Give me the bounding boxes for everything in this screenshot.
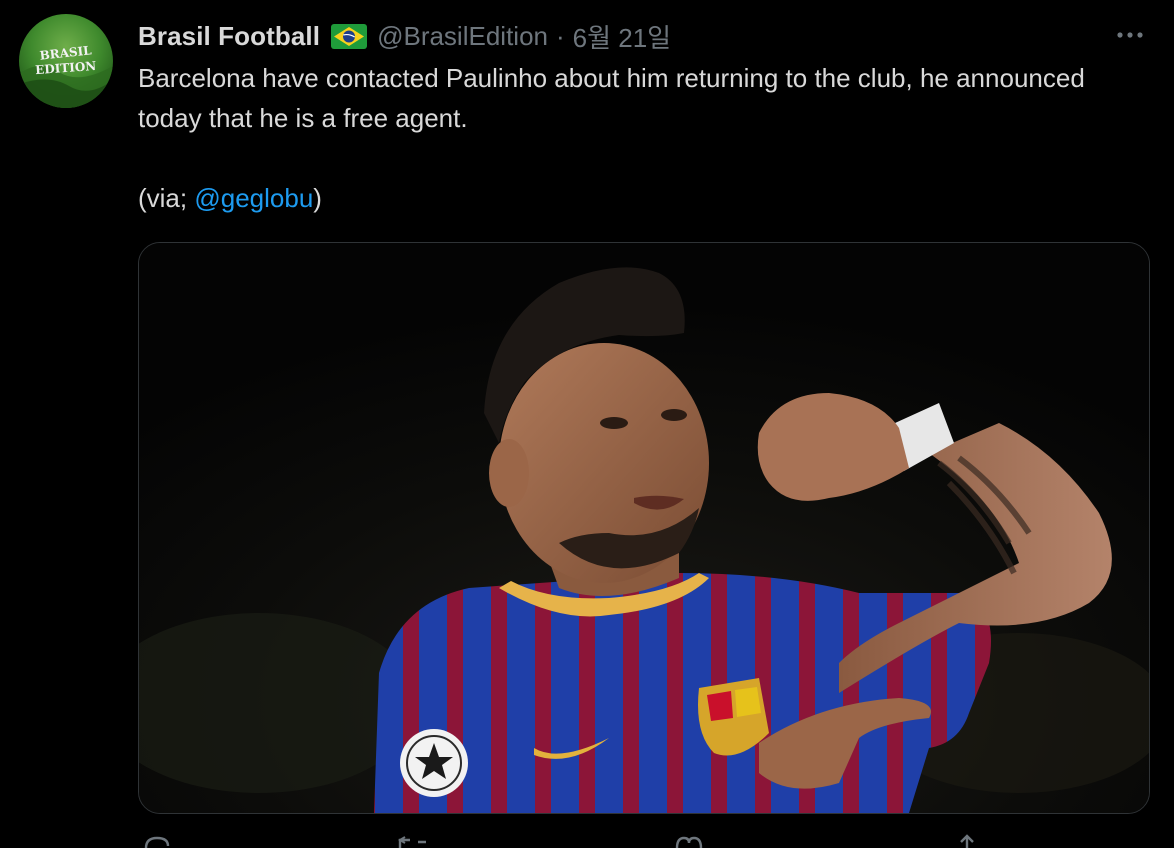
mention-link[interactable]: @geglobu <box>194 183 313 213</box>
avatar-text-line2: EDITION <box>35 59 97 77</box>
player-photo-image <box>139 243 1149 813</box>
via-suffix: ) <box>313 183 322 213</box>
tweet-text-main: Barcelona have contacted Paulinho about … <box>138 63 1085 133</box>
header-separator: · <box>555 20 565 51</box>
display-name[interactable]: Brasil Football <box>138 21 320 52</box>
tweet-date[interactable]: 6월 21일 <box>573 18 671 55</box>
tweet-text-via: (via; @geglobu) <box>138 178 1148 218</box>
like-icon[interactable] <box>673 834 705 848</box>
avatar[interactable]: BRASIL EDITION <box>19 14 113 108</box>
via-prefix: (via; <box>138 183 195 213</box>
reply-icon[interactable] <box>142 834 172 848</box>
brazil-flag-icon <box>331 23 368 49</box>
retweet-icon[interactable] <box>396 834 430 848</box>
more-icon[interactable] <box>1112 22 1148 48</box>
share-icon[interactable] <box>952 834 982 848</box>
tweet-actions <box>138 834 1148 848</box>
author-handle[interactable]: @BrasilEdition <box>377 21 548 52</box>
avatar-logo-icon: BRASIL EDITION <box>19 43 113 108</box>
tweet-text: Barcelona have contacted Paulinho about … <box>138 58 1148 218</box>
tweet-media-photo[interactable] <box>138 242 1150 814</box>
tweet-header: Brasil Football @BrasilEdition · 6월 21일 <box>138 18 671 54</box>
tweet[interactable]: BRASIL EDITION Brasil Football @BrasilEd… <box>0 0 1174 848</box>
